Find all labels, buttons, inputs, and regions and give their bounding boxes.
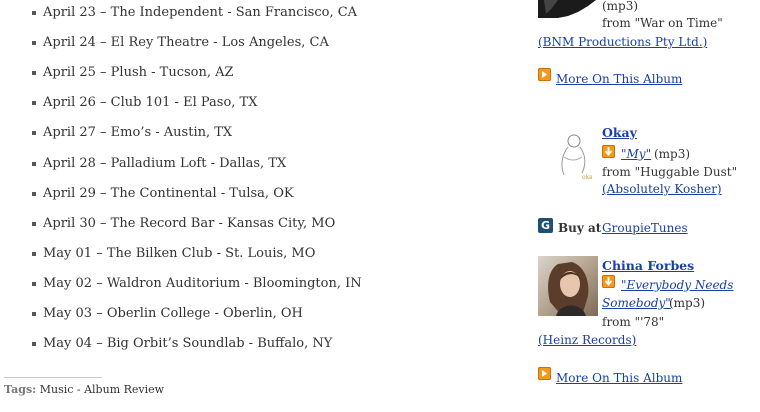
list-bullet	[32, 101, 36, 106]
album-thumbnail-okay[interactable]: okay	[552, 127, 592, 182]
list-bullet	[32, 221, 36, 226]
china-from: from "'78"	[602, 315, 665, 329]
tags-value[interactable]: Music - Album Review	[40, 383, 164, 396]
groupietunes-icon: G	[538, 218, 553, 233]
album-thumbnail-china-forbes[interactable]	[538, 256, 598, 316]
artist-okay[interactable]: Okay	[602, 125, 637, 141]
tour-date-text: May 01 – The Bilken Club - St. Louis, MO	[43, 245, 316, 261]
okay-from: from "Huggable Dust"	[602, 165, 738, 179]
download-icon[interactable]	[602, 275, 615, 288]
list-bullet	[32, 161, 36, 166]
buy-at-label: Buy at	[558, 221, 602, 235]
list-bullet	[32, 281, 36, 286]
tour-date-text: April 30 – The Record Bar - Kansas City,…	[43, 215, 336, 231]
china-label-link[interactable]: (Heinz Records)	[538, 332, 636, 348]
tour-date-text: May 03 – Oberlin College - Oberlin, OH	[43, 306, 303, 321]
top-entry-label-link[interactable]: (BNM Productions Pty Ltd.)	[538, 34, 707, 50]
top-entry-from: from "War on Time"	[602, 16, 723, 30]
list-bullet	[32, 71, 36, 76]
tags-divider	[4, 377, 102, 378]
more-album-icon	[538, 68, 551, 81]
download-icon[interactable]	[602, 145, 615, 158]
track-link-somebody[interactable]: Somebody"	[602, 295, 671, 311]
svg-text:okay: okay	[582, 174, 592, 181]
more-on-album-link-1[interactable]: More On This Album	[556, 71, 682, 87]
tour-date-text: April 25 – Plush - Tucson, AZ	[43, 65, 234, 81]
list-bullet	[32, 251, 36, 256]
tour-date-text: April 24 – El Rey Theatre - Los Angeles,…	[43, 35, 329, 51]
tour-date-text: April 26 – Club 101 - El Paso, TX	[43, 95, 258, 111]
track-link-everybody-needs[interactable]: "Everybody Needs	[621, 277, 733, 293]
tags-label: Tags:	[4, 383, 37, 396]
tags-line: Tags: Music - Album Review	[4, 383, 164, 397]
list-bullet	[32, 191, 36, 196]
groupietunes-link[interactable]: GroupieTunes	[602, 220, 688, 236]
okay-format: (mp3)	[654, 147, 691, 161]
track-link-my[interactable]: "My"	[621, 146, 651, 162]
artist-china-forbes[interactable]: China Forbes	[602, 258, 694, 274]
list-bullet	[32, 41, 36, 46]
more-on-album-link-2[interactable]: More On This Album	[556, 370, 682, 386]
tour-date-text: May 04 – Big Orbit’s Soundlab - Buffalo,…	[43, 336, 333, 352]
okay-label-link[interactable]: (Absolutely Kosher)	[602, 181, 722, 197]
tour-date-text: April 23 – The Independent - San Francis…	[43, 5, 358, 20]
tour-date-text: April 28 – Palladium Loft - Dallas, TX	[43, 155, 287, 171]
list-bullet	[32, 11, 36, 15]
tour-date-text: April 29 – The Continental - Tulsa, OK	[43, 185, 294, 201]
china-format: (mp3)	[669, 296, 706, 310]
list-bullet	[32, 342, 36, 347]
list-bullet	[32, 131, 36, 136]
list-bullet	[32, 312, 36, 316]
tour-date-text: May 02 – Waldron Auditorium - Bloomingto…	[43, 275, 362, 291]
tour-date-text: April 27 – Emo’s - Austin, TX	[43, 125, 233, 141]
album-thumbnail-war-on-time[interactable]	[538, 0, 598, 18]
top-entry-format: (mp3)	[602, 0, 639, 13]
more-album-icon	[538, 367, 551, 380]
